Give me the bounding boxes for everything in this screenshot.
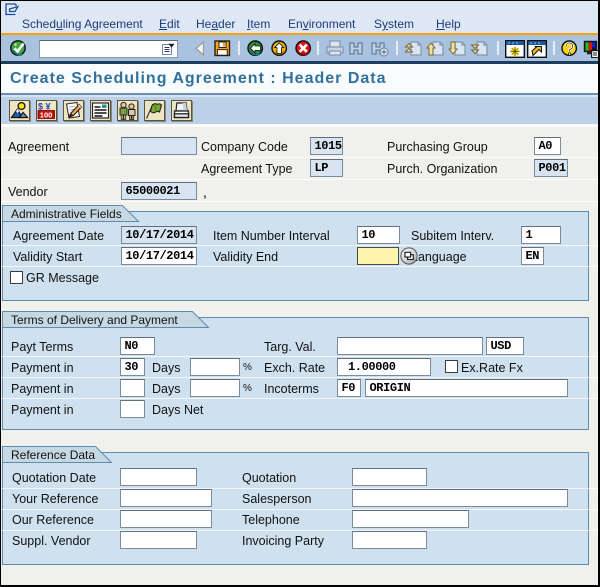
- svg-text:100: 100: [40, 110, 53, 119]
